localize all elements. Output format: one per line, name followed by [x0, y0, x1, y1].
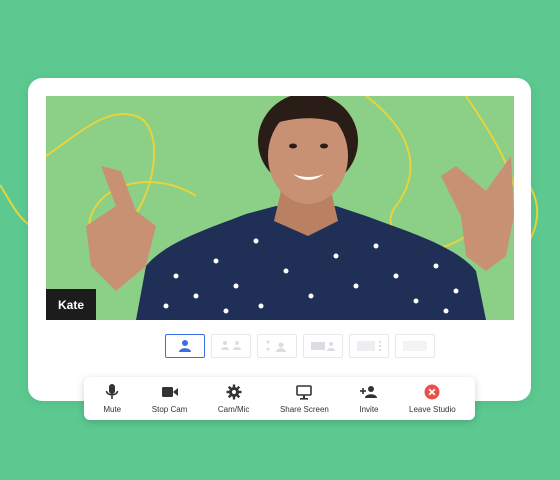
spotlight-layout-icon [357, 340, 382, 352]
layout-selector [165, 334, 435, 358]
layout-spotlight-button[interactable] [349, 334, 389, 358]
mute-button[interactable]: Mute [103, 383, 121, 414]
video-camera-icon [161, 383, 179, 401]
stop-cam-button[interactable]: Stop Cam [151, 383, 188, 414]
invite-button[interactable]: Invite [359, 383, 379, 414]
side-layout-icon [311, 342, 335, 351]
blank-layout-icon [403, 341, 427, 351]
mute-label: Mute [103, 405, 122, 414]
layout-solo-button[interactable] [165, 334, 205, 358]
monitor-icon [295, 383, 313, 401]
layout-side-button[interactable] [303, 334, 343, 358]
leave-studio-label: Leave Studio [409, 405, 456, 414]
person-icon [179, 340, 191, 352]
microphone-icon [103, 383, 121, 401]
leave-studio-button[interactable]: Leave Studio [409, 383, 456, 414]
share-screen-button[interactable]: Share Screen [280, 383, 329, 414]
gear-icon [225, 383, 243, 401]
cam-mic-label: Cam/Mic [217, 405, 250, 414]
participant-video [46, 96, 514, 320]
stop-cam-label: Stop Cam [151, 405, 188, 414]
studio-toolbar: Mute Stop Cam Cam/Mic Share Screen Invit… [84, 377, 475, 420]
grid-person-icon [266, 340, 286, 352]
layout-empty-button[interactable] [395, 334, 435, 358]
participant-name-tag: Kate [46, 289, 96, 320]
cam-mic-settings-button[interactable]: Cam/Mic [217, 383, 250, 414]
invite-label: Invite [359, 405, 379, 414]
layout-grid-4-button[interactable] [257, 334, 297, 358]
video-feed: Kate [46, 96, 514, 320]
layout-grid-2-button[interactable] [211, 334, 251, 358]
two-person-icon [221, 341, 241, 350]
close-circle-icon [423, 383, 441, 401]
share-screen-label: Share Screen [279, 405, 329, 414]
add-person-icon [359, 383, 378, 401]
